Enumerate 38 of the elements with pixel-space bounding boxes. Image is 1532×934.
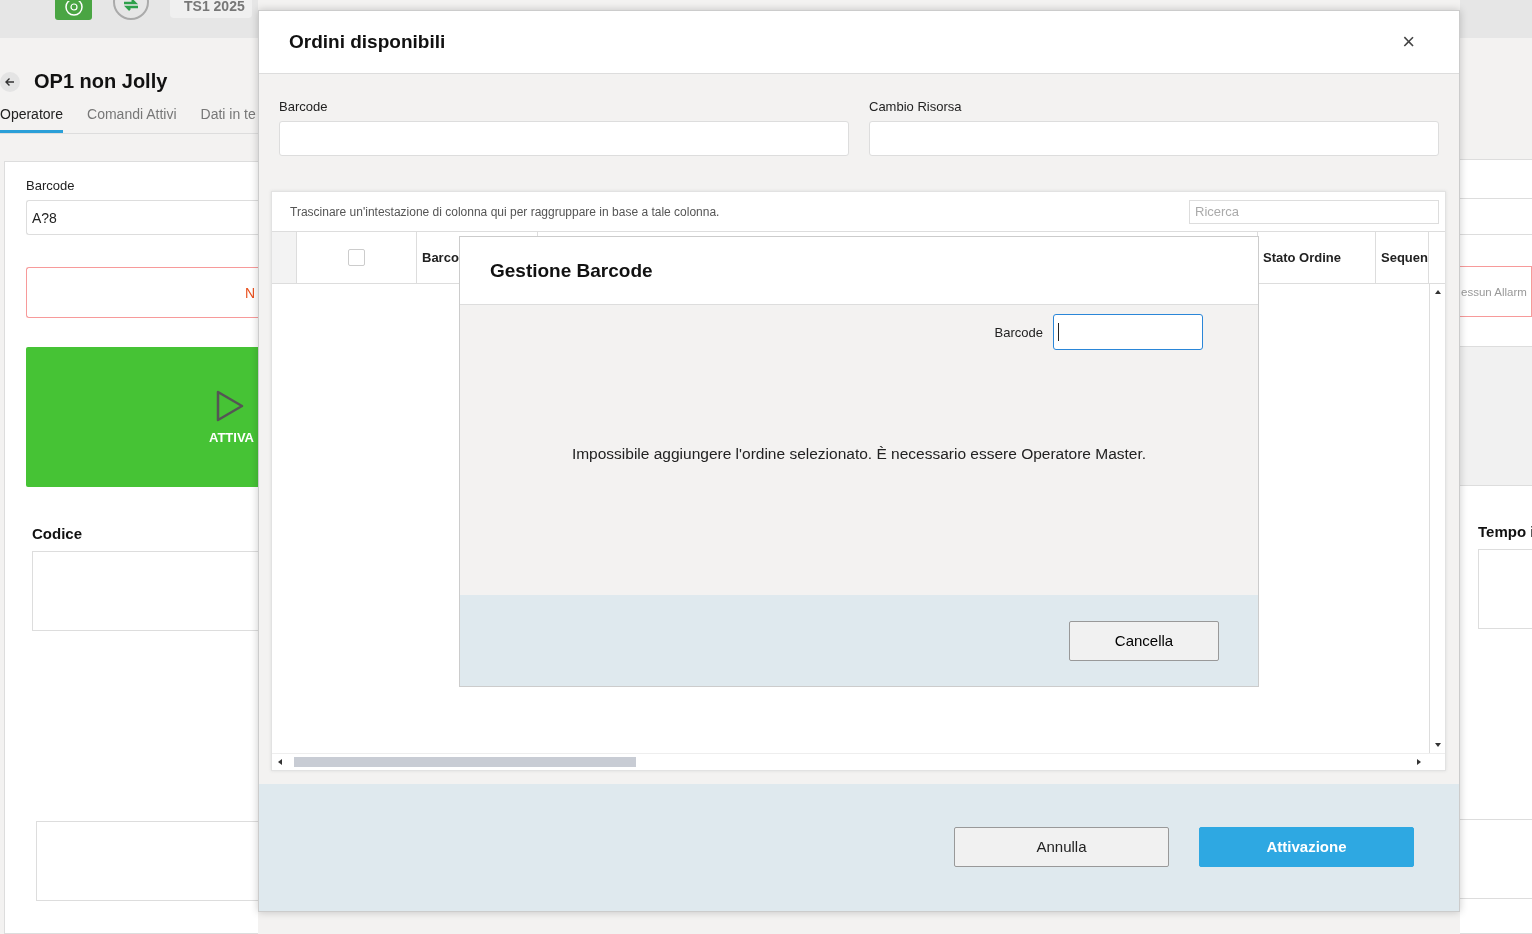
field-label: Barcode xyxy=(279,99,329,114)
vertical-scrollbar[interactable] xyxy=(1429,284,1445,753)
input-field[interactable] xyxy=(279,121,849,156)
alarm-text: essun Allarm xyxy=(1461,285,1527,298)
input-field[interactable] xyxy=(869,121,1439,156)
field-label: Barcode xyxy=(26,178,76,193)
arrow-left-icon xyxy=(5,76,15,87)
field-label: Cambio Risorsa xyxy=(869,99,963,114)
play-icon xyxy=(216,389,244,422)
dialog-title: Gestione Barcode xyxy=(490,259,653,282)
barcode-field[interactable]: A?8 xyxy=(26,200,258,235)
cancel-button[interactable]: Cancella xyxy=(1069,620,1219,661)
error-message: Impossibile aggiungere l'ordine selezionato. È necessario essere Operatore Master. xyxy=(570,445,1148,463)
scroll-left-icon[interactable] xyxy=(276,758,284,766)
column-header[interactable]: Sequen xyxy=(1376,232,1429,283)
cancel-button[interactable]: Annulla xyxy=(954,826,1169,867)
text-cursor-icon xyxy=(1058,323,1059,341)
field-label: Barcode xyxy=(994,324,1043,340)
select-all-checkbox[interactable] xyxy=(348,249,365,266)
app-logo-icon[interactable] xyxy=(55,0,92,20)
alarm-text: N xyxy=(244,284,255,301)
scrollbar-thumb[interactable] xyxy=(294,757,636,767)
page-title: OP1 non Jolly xyxy=(34,70,168,93)
tab[interactable]: Dati in te xyxy=(200,104,256,133)
search-field[interactable]: Ricerca xyxy=(1189,199,1439,224)
scroll-up-icon[interactable] xyxy=(1433,288,1442,296)
close-button[interactable]: × xyxy=(1398,29,1419,55)
back-button[interactable] xyxy=(0,71,20,92)
scroll-right-icon[interactable] xyxy=(1415,758,1423,766)
scroll-down-icon[interactable] xyxy=(1433,741,1442,749)
year-badge[interactable]: TS1 2025 xyxy=(170,0,252,18)
section-label: Codice xyxy=(32,525,83,542)
tab[interactable]: Comandi Attivi xyxy=(87,104,177,133)
group-hint: Trascinare un'intestazione di colonna qui per raggruppare in base a tale colonna. xyxy=(290,204,720,219)
dialog-title: Ordini disponibili xyxy=(289,31,446,53)
barcode-input[interactable] xyxy=(1053,314,1203,350)
tab[interactable]: Operatore xyxy=(0,104,64,133)
refresh-icon[interactable] xyxy=(112,0,150,22)
